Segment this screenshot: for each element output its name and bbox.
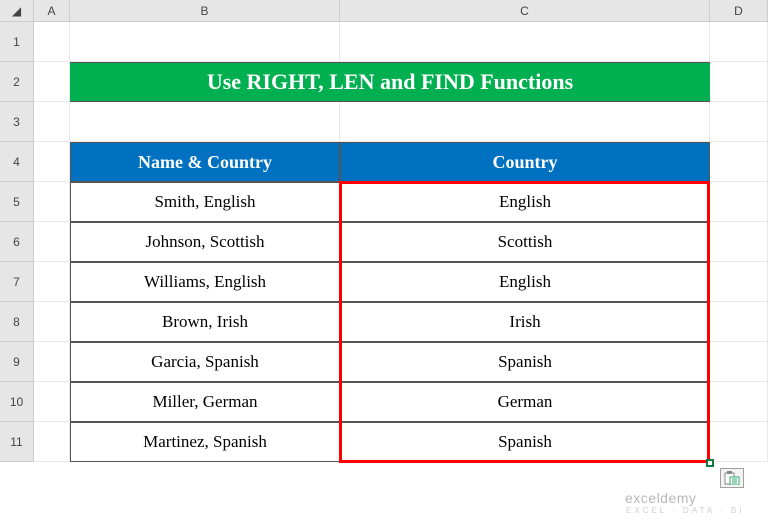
- table-cell-name[interactable]: Brown, Irish: [70, 302, 340, 342]
- table-cell-name[interactable]: Martinez, Spanish: [70, 422, 340, 462]
- cell-d1[interactable]: [710, 22, 768, 62]
- cell-d11[interactable]: [710, 422, 768, 462]
- col-header-a[interactable]: A: [34, 0, 70, 22]
- row-header-2[interactable]: 2: [0, 62, 34, 102]
- cell-d8[interactable]: [710, 302, 768, 342]
- table-cell-name[interactable]: Miller, German: [70, 382, 340, 422]
- watermark-subtext: EXCEL · DATA · BI: [626, 506, 744, 515]
- table-cell-country[interactable]: English: [340, 262, 710, 302]
- row-header-9[interactable]: 9: [0, 342, 34, 382]
- select-all-corner[interactable]: ◢: [0, 0, 34, 22]
- cell-a8[interactable]: [34, 302, 70, 342]
- paste-icon: [724, 471, 740, 485]
- cell-a7[interactable]: [34, 262, 70, 302]
- cell-d5[interactable]: [710, 182, 768, 222]
- title-merged[interactable]: Use RIGHT, LEN and FIND Functions: [70, 62, 710, 102]
- cell-a5[interactable]: [34, 182, 70, 222]
- cell-d2[interactable]: [710, 62, 768, 102]
- cell-a9[interactable]: [34, 342, 70, 382]
- watermark-text: exceldemy: [625, 490, 696, 506]
- row-header-7[interactable]: 7: [0, 262, 34, 302]
- table-cell-name[interactable]: Smith, English: [70, 182, 340, 222]
- cell-a6[interactable]: [34, 222, 70, 262]
- row-header-3[interactable]: 3: [0, 102, 34, 142]
- cell-d10[interactable]: [710, 382, 768, 422]
- table-cell-country[interactable]: German: [340, 382, 710, 422]
- header-country[interactable]: Country: [340, 142, 710, 182]
- cell-a10[interactable]: [34, 382, 70, 422]
- row-header-6[interactable]: 6: [0, 222, 34, 262]
- header-name-country[interactable]: Name & Country: [70, 142, 340, 182]
- cell-d3[interactable]: [710, 102, 768, 142]
- row-header-4[interactable]: 4: [0, 142, 34, 182]
- cell-d9[interactable]: [710, 342, 768, 382]
- cell-d4[interactable]: [710, 142, 768, 182]
- col-header-b[interactable]: B: [70, 0, 340, 22]
- table-cell-country[interactable]: Spanish: [340, 422, 710, 462]
- cell-a1[interactable]: [34, 22, 70, 62]
- cell-a3[interactable]: [34, 102, 70, 142]
- cell-b3[interactable]: [70, 102, 340, 142]
- cell-d7[interactable]: [710, 262, 768, 302]
- table-cell-country[interactable]: Irish: [340, 302, 710, 342]
- spreadsheet-grid: ◢ A B C D 1 2 Use RIGHT, LEN and FIND Fu…: [0, 0, 768, 462]
- row-header-8[interactable]: 8: [0, 302, 34, 342]
- paste-options-button[interactable]: [720, 468, 744, 488]
- cell-a4[interactable]: [34, 142, 70, 182]
- table-cell-country[interactable]: Spanish: [340, 342, 710, 382]
- table-cell-country[interactable]: English: [340, 182, 710, 222]
- col-header-c[interactable]: C: [340, 0, 710, 22]
- cell-a11[interactable]: [34, 422, 70, 462]
- fill-handle[interactable]: [706, 459, 714, 467]
- cell-d6[interactable]: [710, 222, 768, 262]
- col-header-d[interactable]: D: [710, 0, 768, 22]
- row-header-10[interactable]: 10: [0, 382, 34, 422]
- table-cell-name[interactable]: Williams, English: [70, 262, 340, 302]
- cell-b1[interactable]: [70, 22, 340, 62]
- table-cell-country[interactable]: Scottish: [340, 222, 710, 262]
- row-header-5[interactable]: 5: [0, 182, 34, 222]
- cell-c3[interactable]: [340, 102, 710, 142]
- row-header-11[interactable]: 11: [0, 422, 34, 462]
- cell-c1[interactable]: [340, 22, 710, 62]
- row-header-1[interactable]: 1: [0, 22, 34, 62]
- table-cell-name[interactable]: Johnson, Scottish: [70, 222, 340, 262]
- cell-a2[interactable]: [34, 62, 70, 102]
- table-cell-name[interactable]: Garcia, Spanish: [70, 342, 340, 382]
